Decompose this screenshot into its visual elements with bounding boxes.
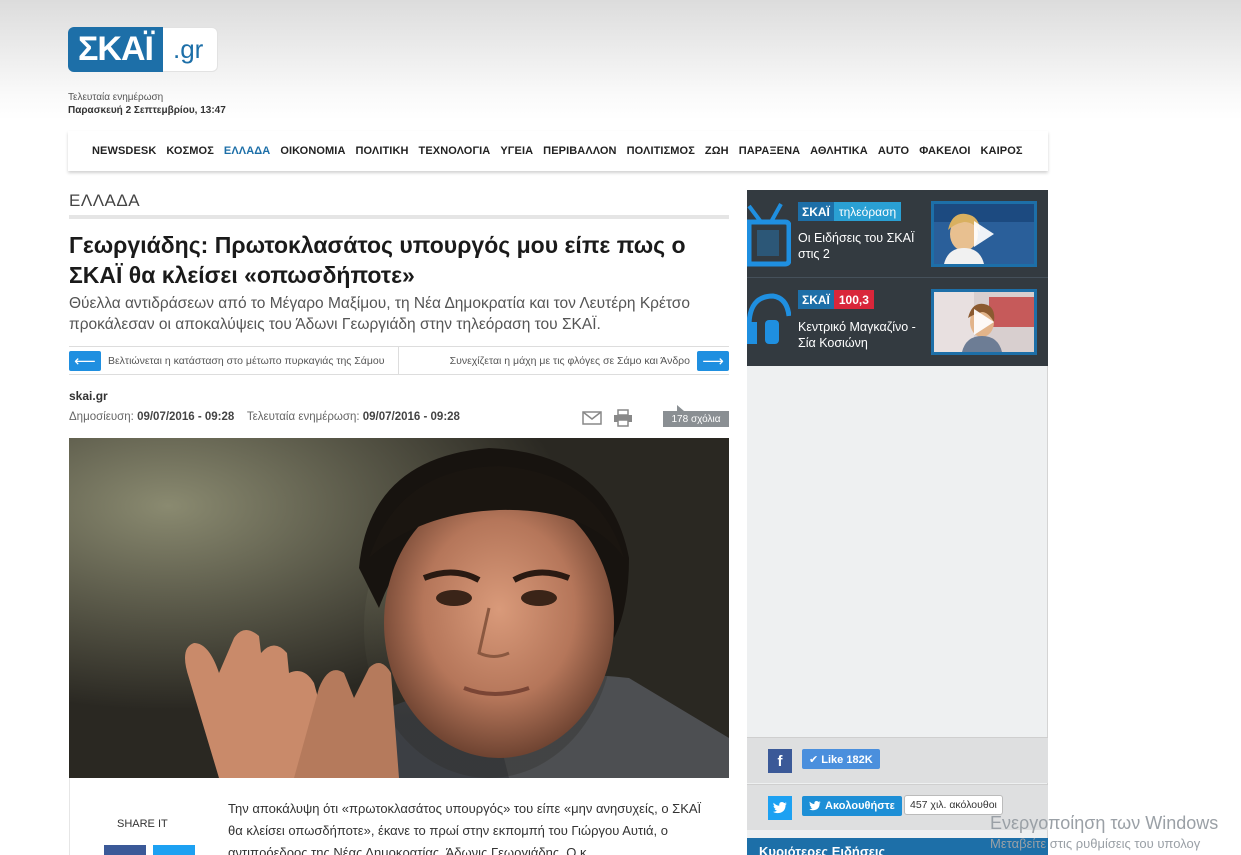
twitter-bird-icon <box>809 801 821 811</box>
tv-live-item[interactable]: ΣΚΑΪ τηλεόραση Οι Ειδήσεις του ΣΚΑΪ στις… <box>747 190 1048 278</box>
share-facebook-button[interactable] <box>104 845 146 855</box>
next-article-link[interactable]: Συνεχίζεται η μάχη με τις φλόγες σε Σάμο… <box>399 347 729 374</box>
nav-item-oikonomia[interactable]: ΟΙΚΟΝΟΜΙΑ <box>280 145 345 157</box>
twitter-icon[interactable] <box>768 796 792 820</box>
radio-program-title[interactable]: Κεντρικό Μαγκαζίνο - Σία Κοσιώνη <box>798 319 928 351</box>
twitter-follow-button[interactable]: Ακολουθήστε <box>802 796 902 816</box>
article-photo <box>69 438 729 778</box>
share-panel <box>69 778 219 855</box>
last-update-info: Τελευταία ενημέρωση Παρασκευή 2 Σεπτεμβρ… <box>68 91 226 117</box>
article-prev-next: ⟵ Βελτιώνεται η κατάσταση στο μέτωπο πυρ… <box>69 346 729 375</box>
print-icon[interactable] <box>613 409 633 427</box>
main-navigation: NEWSDESK ΚΟΣΜΟΣ ΕΛΛΑΔΑ ΟΙΚΟΝΟΜΙΑ ΠΟΛΙΤΙΚ… <box>68 131 1048 171</box>
prev-article-title[interactable]: Βελτιώνεται η κατάσταση στο μέτωπο πυρκα… <box>108 355 384 367</box>
email-icon[interactable] <box>582 411 602 425</box>
nav-item-perivallon[interactable]: ΠΕΡΙΒΑΛΛΟΝ <box>543 145 616 157</box>
logo-main-text: ΣΚΑΪ <box>68 27 163 72</box>
nav-item-athlitika[interactable]: ΑΘΛΗΤΙΚΑ <box>810 145 868 157</box>
play-icon <box>974 221 994 247</box>
nav-item-fakeloi[interactable]: ΦΑΚΕΛΟΙ <box>919 145 970 157</box>
tv-program-title[interactable]: Οι Ειδήσεις του ΣΚΑΪ στις 2 <box>798 230 928 262</box>
published-label: Δημοσίευση: <box>69 411 134 423</box>
facebook-like-button[interactable]: ✔ Like 182K <box>802 749 880 769</box>
updated-label: Τελευταία ενημέρωση: <box>246 411 360 423</box>
arrow-left-icon[interactable]: ⟵ <box>69 350 101 371</box>
radio-live-item[interactable]: ΣΚΑΪ 100,3 Κεντρικό Μαγκαζίνο - Σία Κοσι… <box>747 278 1048 366</box>
headphones-icon <box>747 293 791 344</box>
nav-item-politiki[interactable]: ΠΟΛΙΤΙΚΗ <box>355 145 408 157</box>
last-update-label: Τελευταία ενημέρωση <box>68 92 164 103</box>
nav-item-texnologia[interactable]: ΤΕΧΝΟΛΟΓΙΑ <box>419 145 491 157</box>
radio-badge-main: ΣΚΑΪ <box>798 290 834 309</box>
tv-icon <box>747 203 791 267</box>
share-twitter-button[interactable] <box>153 845 195 855</box>
windows-activation-watermark: Ενεργοποίηση των Windows Μεταβείτε στις … <box>990 812 1241 854</box>
live-media-panel: ΣΚΑΪ τηλεόραση Οι Ειδήσεις του ΣΚΑΪ στις… <box>747 190 1048 366</box>
nav-item-newsdesk[interactable]: NEWSDESK <box>92 145 156 157</box>
arrow-right-icon[interactable]: ⟶ <box>697 350 729 371</box>
section-title: ΕΛΛΑΔΑ <box>69 191 141 210</box>
portrait-illustration <box>69 438 729 778</box>
nav-item-paraxena[interactable]: ΠΑΡΑΞΕΝΑ <box>739 145 800 157</box>
nav-item-ellada[interactable]: ΕΛΛΑΔΑ <box>224 145 270 157</box>
nav-item-zoi[interactable]: ΖΩΗ <box>705 145 729 157</box>
radio-thumbnail[interactable] <box>931 289 1037 355</box>
radio-badge: ΣΚΑΪ 100,3 <box>798 290 874 309</box>
play-icon <box>974 309 994 335</box>
published-value: 09/07/2016 - 09:28 <box>137 411 235 423</box>
section-divider <box>69 215 729 219</box>
watermark-line-1: Ενεργοποίηση των Windows <box>990 813 1219 833</box>
nav-item-ygeia[interactable]: ΥΓΕΙΑ <box>500 145 533 157</box>
tv-badge: ΣΚΑΪ τηλεόραση <box>798 202 902 221</box>
facebook-icon[interactable]: f <box>768 749 792 773</box>
nav-item-kairos[interactable]: ΚΑΙΡΟΣ <box>981 145 1023 157</box>
tv-badge-main: ΣΚΑΪ <box>798 202 834 221</box>
twitter-bird-glyph <box>773 802 787 814</box>
article-subtitle: Θύελλα αντιδράσεων από το Μέγαρο Μαξίμου… <box>69 295 690 333</box>
article-source: skai.gr <box>69 389 108 403</box>
article-headline: Γεωργιάδης: Πρωτοκλασάτος υπουργός μου ε… <box>69 232 686 288</box>
comments-count-badge[interactable]: 178 σχόλια <box>663 405 729 427</box>
tv-badge-sub: τηλεόραση <box>833 202 902 221</box>
nav-item-politismos[interactable]: ΠΟΛΙΤΙΣΜΟΣ <box>627 145 695 157</box>
facebook-follow-row: f ✔ Like 182K <box>747 737 1048 783</box>
publication-info: Δημοσίευση: 09/07/2016 - 09:28 Τελευταία… <box>69 411 460 423</box>
watermark-line-2: Μεταβείτε στις ρυθμίσεις του υπολογ <box>990 836 1201 851</box>
twitter-follow-label: Ακολουθήστε <box>825 800 895 812</box>
prev-article-link[interactable]: ⟵ Βελτιώνεται η κατάσταση στο μέτωπο πυρ… <box>69 347 399 374</box>
site-logo[interactable]: ΣΚΑΪ .gr <box>68 27 219 72</box>
article-body: Την αποκάλυψη ότι «πρωτοκλασάτος υπουργό… <box>228 801 702 855</box>
next-article-title[interactable]: Συνεχίζεται η μάχη με τις φλόγες σε Σάμο… <box>450 355 690 367</box>
nav-item-auto[interactable]: AUTO <box>878 145 909 157</box>
share-label: SHARE IT <box>117 818 168 830</box>
logo-tld-text: .gr <box>162 27 219 72</box>
tv-thumbnail[interactable] <box>931 201 1037 267</box>
nav-item-kosmos[interactable]: ΚΟΣΜΟΣ <box>166 145 214 157</box>
last-update-value: Παρασκευή 2 Σεπτεμβρίου, 13:47 <box>68 105 226 116</box>
radio-badge-sub: 100,3 <box>833 290 874 309</box>
updated-value: 09/07/2016 - 09:28 <box>362 411 460 423</box>
twitter-follower-count: 457 χιλ. ακόλουθοι <box>904 795 1003 815</box>
